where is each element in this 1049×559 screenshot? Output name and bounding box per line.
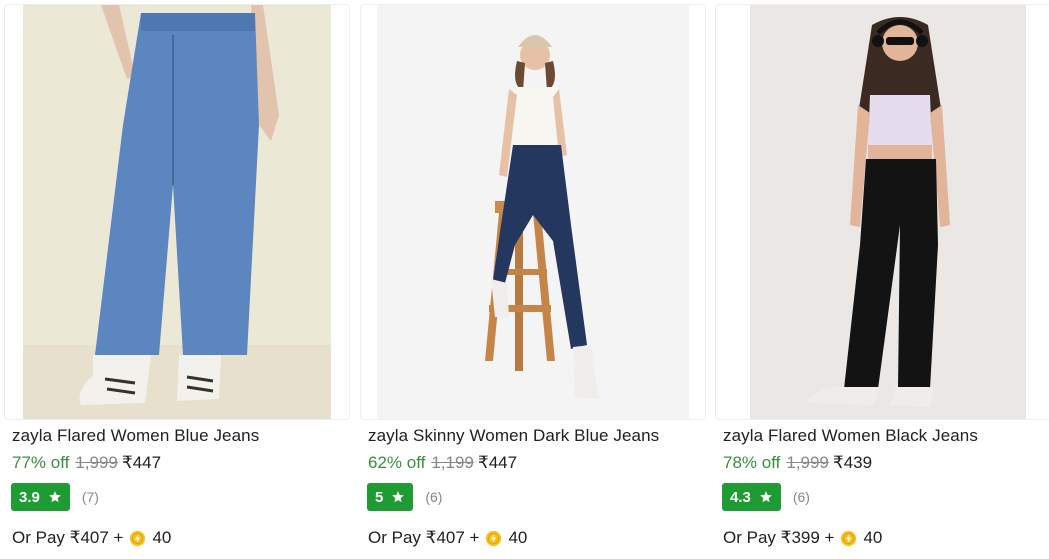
- rating-count: (6): [792, 489, 810, 505]
- product-image[interactable]: [715, 4, 1049, 420]
- star-icon: [760, 491, 772, 503]
- product-card[interactable]: zayla Flared Women Black Jeans 78% off 1,…: [715, 0, 1049, 559]
- mrp-price: 1,199: [431, 453, 474, 472]
- coin-count: 40: [152, 528, 172, 547]
- product-title[interactable]: zayla Flared Women Blue Jeans: [12, 426, 259, 446]
- product-image[interactable]: [4, 4, 350, 420]
- jeans-photo: [23, 5, 331, 419]
- selling-price: ₹447: [121, 453, 162, 472]
- coin-count: 40: [863, 528, 883, 547]
- pay-with-coins-row: Or Pay ₹399 + 40: [723, 528, 882, 548]
- selling-price: ₹447: [477, 453, 518, 472]
- rating-badge: 4.3: [722, 483, 781, 511]
- pay-prefix: Or Pay ₹399 +: [723, 528, 835, 547]
- product-image[interactable]: [360, 4, 706, 420]
- mrp-price: 1,999: [75, 453, 118, 472]
- rating-row: 3.9 (7): [11, 483, 99, 511]
- jeans-photo: [377, 5, 689, 419]
- mrp-price: 1,999: [786, 453, 829, 472]
- supercoin-icon: [841, 530, 857, 546]
- product-card[interactable]: zayla Flared Women Blue Jeans 77% off 1,9…: [4, 0, 350, 559]
- rating-count: (6): [425, 489, 443, 505]
- price-row: 62% off 1,199 ₹447: [368, 453, 517, 473]
- jeans-photo: [750, 5, 1026, 419]
- rating-value: 4.3: [730, 488, 751, 506]
- pay-prefix: Or Pay ₹407 +: [12, 528, 124, 547]
- supercoin-icon: [130, 530, 146, 546]
- supercoin-icon: [486, 530, 502, 546]
- pay-prefix: Or Pay ₹407 +: [368, 528, 480, 547]
- rating-count: (7): [81, 489, 99, 505]
- price-row: 78% off 1,999 ₹439: [723, 453, 872, 473]
- product-title[interactable]: zayla Flared Women Black Jeans: [723, 426, 978, 446]
- rating-value: 3.9: [19, 488, 40, 506]
- rating-row: 5 (6): [367, 483, 442, 511]
- discount-label: 77% off: [12, 453, 70, 472]
- rating-row: 4.3 (6): [722, 483, 810, 511]
- star-icon: [392, 491, 405, 503]
- discount-label: 62% off: [368, 453, 426, 472]
- product-card[interactable]: zayla Skinny Women Dark Blue Jeans 62% o…: [360, 0, 706, 559]
- discount-label: 78% off: [723, 453, 781, 472]
- rating-badge: 3.9: [11, 483, 70, 511]
- rating-value: 5: [375, 488, 384, 506]
- product-grid: zayla Flared Women Blue Jeans 77% off 1,9…: [0, 0, 1049, 559]
- star-icon: [49, 491, 61, 503]
- coin-count: 40: [508, 528, 528, 547]
- rating-badge: 5: [367, 483, 414, 511]
- product-title[interactable]: zayla Skinny Women Dark Blue Jeans: [368, 426, 659, 446]
- selling-price: ₹439: [832, 453, 873, 472]
- pay-with-coins-row: Or Pay ₹407 + 40: [12, 528, 171, 548]
- price-row: 77% off 1,999 ₹447: [12, 453, 161, 473]
- pay-with-coins-row: Or Pay ₹407 + 40: [368, 528, 527, 548]
